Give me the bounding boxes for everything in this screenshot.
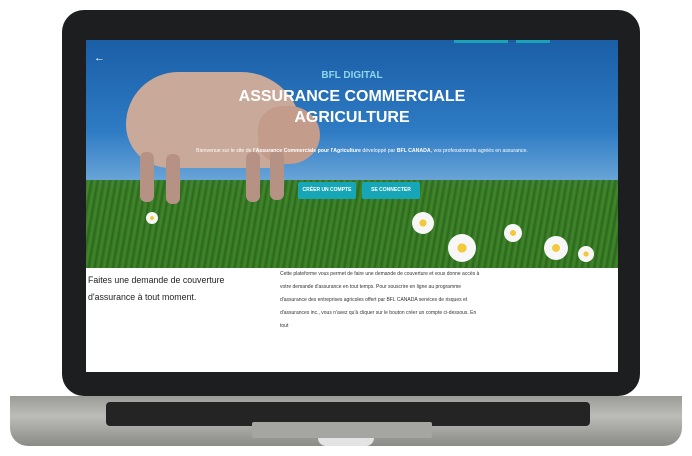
daisy-flower	[146, 212, 158, 224]
pig-leg	[166, 154, 180, 204]
intro-bold-1: l'Assurance Commerciale pour l'Agricultu…	[252, 148, 361, 154]
daisy-flower	[578, 246, 594, 262]
section-body-text: Cette plateforme vous permet de faire un…	[280, 271, 480, 329]
login-button[interactable]: SE CONNECTER	[362, 182, 420, 199]
brand-label: BFL DIGITAL	[321, 70, 383, 81]
top-nav-button[interactable]	[516, 40, 550, 43]
intro-text: Bienvenue sur le site de l'Assurance Com…	[192, 143, 532, 159]
top-nav-button[interactable]	[454, 40, 508, 43]
intro-part-2: développé par	[360, 148, 397, 154]
section-heading: Faites une demande de couverture d'assur…	[88, 275, 225, 302]
pig-leg	[246, 152, 260, 202]
hero-banner: ← BFL DIGITAL ASSURANCE COMMERCIALE AGRI…	[86, 40, 618, 268]
create-account-button[interactable]: CRÉER UN COMPTE	[298, 182, 356, 199]
intro-part-1: Bienvenue sur le site de	[196, 148, 253, 154]
daisy-flower	[412, 212, 434, 234]
pig-leg	[140, 152, 154, 202]
page-title: ASSURANCE COMMERCIALE AGRICULTURE	[86, 86, 618, 128]
laptop-notch	[318, 438, 374, 446]
daisy-flower	[504, 224, 522, 242]
laptop-trackpad	[252, 422, 432, 438]
title-line-2: AGRICULTURE	[294, 109, 410, 126]
title-line-1: ASSURANCE COMMERCIALE	[238, 88, 466, 105]
daisy-flower	[448, 234, 476, 262]
intro-part-3: , vos professionnels agréés en assurance…	[430, 148, 528, 154]
daisy-flower	[544, 236, 568, 260]
back-arrow-icon[interactable]: ←	[94, 52, 105, 64]
intro-bold-2: BFL CANADA	[396, 148, 431, 154]
